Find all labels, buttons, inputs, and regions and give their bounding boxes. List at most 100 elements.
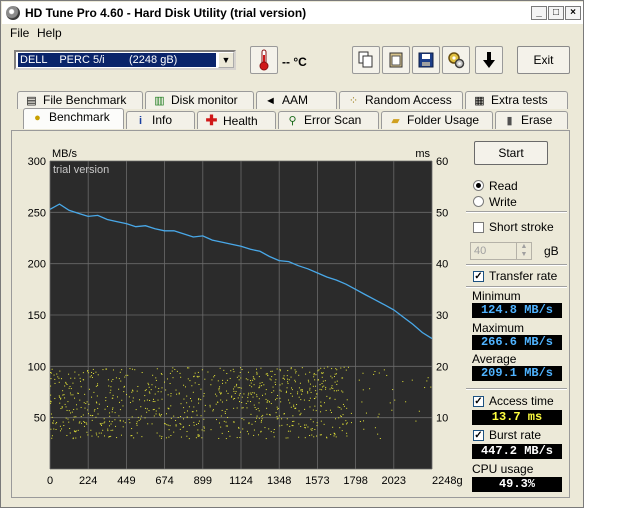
access-time-point	[220, 399, 222, 401]
tab-benchmark[interactable]: ● Benchmark	[23, 108, 124, 129]
exit-button[interactable]: Exit	[517, 46, 570, 74]
start-button[interactable]: Start	[474, 141, 548, 165]
tab-erase[interactable]: ▮ Erase	[495, 111, 568, 129]
access-time-point	[343, 366, 345, 368]
access-time-label[interactable]: Access time	[489, 394, 554, 408]
chevron-down-icon[interactable]: ▼	[218, 52, 234, 68]
access-time-point	[198, 375, 200, 377]
access-time-checkbox[interactable]: ✓	[473, 396, 484, 407]
access-time-point	[67, 401, 69, 403]
access-time-point	[114, 412, 116, 414]
menu-help[interactable]: Help	[37, 26, 62, 40]
access-time-point	[243, 419, 245, 421]
access-time-point	[54, 378, 56, 380]
access-time-point	[61, 378, 63, 380]
access-time-point	[230, 370, 232, 372]
access-time-point	[201, 437, 203, 439]
tab-random-access[interactable]: ⁘ Random Access	[339, 91, 463, 109]
access-time-point	[297, 391, 299, 393]
access-time-point	[279, 370, 281, 372]
access-time-point	[238, 427, 240, 429]
tab-health[interactable]: ✚ Health	[197, 111, 276, 129]
tab-file-benchmark[interactable]: ▤ File Benchmark	[17, 91, 143, 109]
access-time-point	[69, 427, 71, 429]
y-left-tick-label: 100	[28, 361, 46, 373]
access-time-point	[68, 387, 70, 389]
access-time-point	[158, 413, 160, 415]
copy-info-button[interactable]	[352, 46, 380, 74]
write-label[interactable]: Write	[489, 195, 517, 209]
access-time-point	[333, 376, 335, 378]
download-button[interactable]	[475, 46, 503, 74]
maximum-value: 266.6 MB/s	[472, 335, 562, 350]
drive-select[interactable]: DELL PERC 5/i (2248 gB) ▼	[14, 50, 236, 70]
access-time-point	[165, 437, 167, 439]
maximize-button[interactable]: □	[548, 6, 564, 20]
access-time-point	[310, 428, 312, 430]
temperature-button[interactable]	[250, 46, 278, 74]
access-time-point	[193, 424, 195, 426]
access-time-point	[186, 367, 188, 369]
read-radio[interactable]	[473, 180, 484, 191]
access-time-point	[301, 393, 303, 395]
access-time-point	[252, 376, 254, 378]
access-time-point	[65, 381, 67, 383]
transfer-rate-label[interactable]: Transfer rate	[489, 269, 557, 283]
write-radio[interactable]	[473, 196, 484, 207]
access-time-point	[92, 368, 94, 370]
burst-rate-label[interactable]: Burst rate	[489, 428, 541, 442]
access-time-point	[118, 378, 120, 380]
minimize-button[interactable]: _	[531, 6, 547, 20]
access-time-point	[309, 406, 311, 408]
access-time-point	[136, 432, 138, 434]
spinner-arrows-icon[interactable]: ▲ ▼	[516, 243, 531, 259]
tab-error-scan[interactable]: ⚲ Error Scan	[278, 111, 379, 129]
access-time-point	[164, 423, 166, 425]
transfer-rate-checkbox[interactable]: ✓	[473, 271, 484, 282]
access-time-point	[66, 435, 68, 437]
access-time-point	[325, 388, 327, 390]
short-stroke-unit: gB	[544, 244, 559, 258]
tab-aam[interactable]: ◄ AAM	[256, 91, 337, 109]
access-time-point	[129, 368, 131, 370]
burst-rate-checkbox[interactable]: ✓	[473, 430, 484, 441]
access-time-point	[70, 377, 72, 379]
short-stroke-label[interactable]: Short stroke	[489, 220, 554, 234]
access-time-point	[70, 388, 72, 390]
tab-info[interactable]: i Info	[126, 111, 195, 129]
tab-folder-usage[interactable]: ▰ Folder Usage	[381, 111, 493, 129]
access-time-point	[58, 381, 60, 383]
read-label[interactable]: Read	[489, 179, 518, 193]
access-time-point	[415, 420, 417, 422]
menu-file[interactable]: File	[10, 26, 29, 40]
y-right-tick-label: 10	[436, 413, 448, 425]
tab-extra-tests[interactable]: ▦ Extra tests	[465, 91, 568, 109]
copy-all-button[interactable]	[382, 46, 410, 74]
access-time-point	[362, 389, 364, 391]
tab-disk-monitor[interactable]: ▥ Disk monitor	[145, 91, 254, 109]
short-stroke-checkbox[interactable]	[473, 222, 484, 233]
options-button[interactable]	[442, 46, 470, 74]
access-time-point	[172, 367, 174, 369]
save-button[interactable]	[412, 46, 440, 74]
access-time-point	[331, 387, 333, 389]
access-time-point	[260, 430, 262, 432]
access-time-point	[195, 437, 197, 439]
access-time-point	[237, 387, 239, 389]
title-bar[interactable]: HD Tune Pro 4.60 - Hard Disk Utility (tr…	[2, 2, 583, 25]
access-time-point	[241, 402, 243, 404]
access-time-point	[330, 375, 332, 377]
x-tick-label: 2023	[382, 475, 406, 487]
short-stroke-spinner[interactable]: 40 ▲ ▼	[470, 242, 532, 260]
access-time-point	[300, 425, 302, 427]
access-time-point	[333, 432, 335, 434]
access-time-point	[222, 382, 224, 384]
access-time-point	[112, 378, 114, 380]
close-button[interactable]: ×	[565, 6, 581, 20]
access-time-point	[307, 426, 309, 428]
access-time-point	[279, 384, 281, 386]
access-time-point	[225, 425, 227, 427]
access-time-point	[108, 425, 110, 427]
access-time-point	[383, 369, 385, 371]
access-time-point	[303, 399, 305, 401]
